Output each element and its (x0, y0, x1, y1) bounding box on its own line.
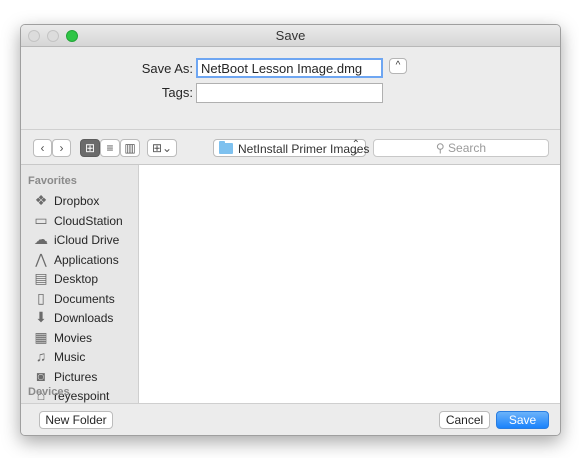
bottom-bar: New Folder Cancel Save (21, 403, 560, 435)
popup-arrows-icon: ⌃ ⌄ (351, 139, 360, 157)
file-browser-area[interactable] (139, 165, 560, 403)
group-by-icon: ⊞⌄ (151, 141, 173, 155)
tags-input[interactable] (196, 83, 383, 103)
sidebar-item-dropbox[interactable]: ❖ Dropbox (33, 191, 137, 211)
sidebar-item-movies[interactable]: ▦ Movies (33, 328, 137, 348)
sidebar-item-documents[interactable]: ▯ Documents (33, 289, 137, 309)
column-view-button[interactable]: ▥ (120, 139, 140, 157)
window-title: Save (275, 28, 306, 43)
sidebar-item-label: CloudStation (54, 213, 123, 228)
expand-dialog-button[interactable]: ^ (389, 58, 407, 74)
search-icon: ⚲ (435, 141, 445, 155)
sidebar-item-icloud-drive[interactable]: ☁ iCloud Drive (33, 230, 137, 250)
cloud-icon: ☁ (34, 231, 48, 247)
sidebar-item-label: Movies (54, 330, 93, 345)
title-bar: Save (21, 25, 560, 47)
folder-icon (219, 141, 233, 154)
list-view-icon: ≡ (106, 141, 114, 155)
folder-icon: ▭ (34, 211, 48, 228)
dropbox-icon: ❖ (34, 192, 48, 208)
column-view-icon: ▥ (124, 141, 136, 155)
tags-label: Tags: (161, 85, 193, 100)
sidebar-item-label: Applications (54, 252, 119, 267)
search-input[interactable]: ⚲ Search (373, 139, 549, 157)
sidebar-item-downloads[interactable]: ⬇ Downloads (33, 308, 137, 328)
sidebar-item-music[interactable]: ♫ Music (33, 347, 137, 367)
sidebar-item-applications[interactable]: ⋀ Applications (33, 250, 137, 270)
back-button[interactable]: ‹ (33, 139, 52, 157)
sidebar-item-desktop[interactable]: ▤ Desktop (33, 269, 137, 289)
sidebar-item-label: Documents (54, 291, 115, 306)
forward-button[interactable]: › (52, 139, 71, 157)
search-placeholder: Search (448, 141, 487, 155)
sidebar-item-cloudstation[interactable]: ▭ CloudStation (33, 211, 137, 231)
location-popup[interactable]: NetInstall Primer Images ⌃ ⌄ (213, 139, 370, 157)
sidebar-item-label: iCloud Drive (54, 233, 120, 247)
devices-heading: Devices (28, 386, 70, 398)
save-dialog: Save Save As: NetBoot Lesson Image.dmg ^… (20, 24, 561, 436)
group-by-button[interactable]: ⊞⌄ (147, 139, 177, 157)
desktop-icon: ▤ (34, 270, 48, 286)
sidebar: Favorites ❖ Dropbox ▭ CloudStation ☁ iCloud D… (21, 165, 139, 403)
sidebar-item-label: Dropbox (54, 194, 100, 208)
movies-icon: ▦ (34, 328, 48, 345)
documents-icon: ▯ (37, 289, 45, 306)
sidebar-item-label: Downloads (54, 311, 114, 325)
sidebar-item-label: Pictures (54, 369, 98, 384)
list-view-button[interactable]: ≡ (100, 139, 120, 157)
filename-input[interactable]: NetBoot Lesson Image.dmg (196, 58, 383, 78)
sidebar-item-pictures[interactable]: ◙ Pictures (33, 367, 137, 387)
location-label: NetInstall Primer Images (238, 142, 370, 156)
save-button[interactable]: Save (496, 411, 549, 429)
browser-toolbar: ‹ › ⊞ ≡ ▥ ⊞⌄ NetInstall Primer Images ⌃ ⌄… (21, 129, 560, 165)
new-folder-button[interactable]: New Folder (39, 411, 113, 429)
favorites-heading: Favorites (28, 175, 77, 187)
pictures-icon: ◙ (36, 367, 46, 384)
sidebar-item-label: Desktop (54, 272, 99, 286)
icon-view-button[interactable]: ⊞ (80, 139, 100, 157)
icon-view-icon: ⊞ (84, 141, 96, 155)
downloads-icon: ⬇ (35, 309, 47, 325)
save-form: Save As: NetBoot Lesson Image.dmg ^ Tags… (21, 47, 560, 129)
cancel-button[interactable]: Cancel (439, 411, 490, 429)
applications-icon: ⋀ (35, 250, 47, 267)
music-icon: ♫ (35, 348, 47, 364)
sidebar-item-label: Music (54, 350, 86, 364)
save-as-label: Save As: (141, 61, 193, 76)
